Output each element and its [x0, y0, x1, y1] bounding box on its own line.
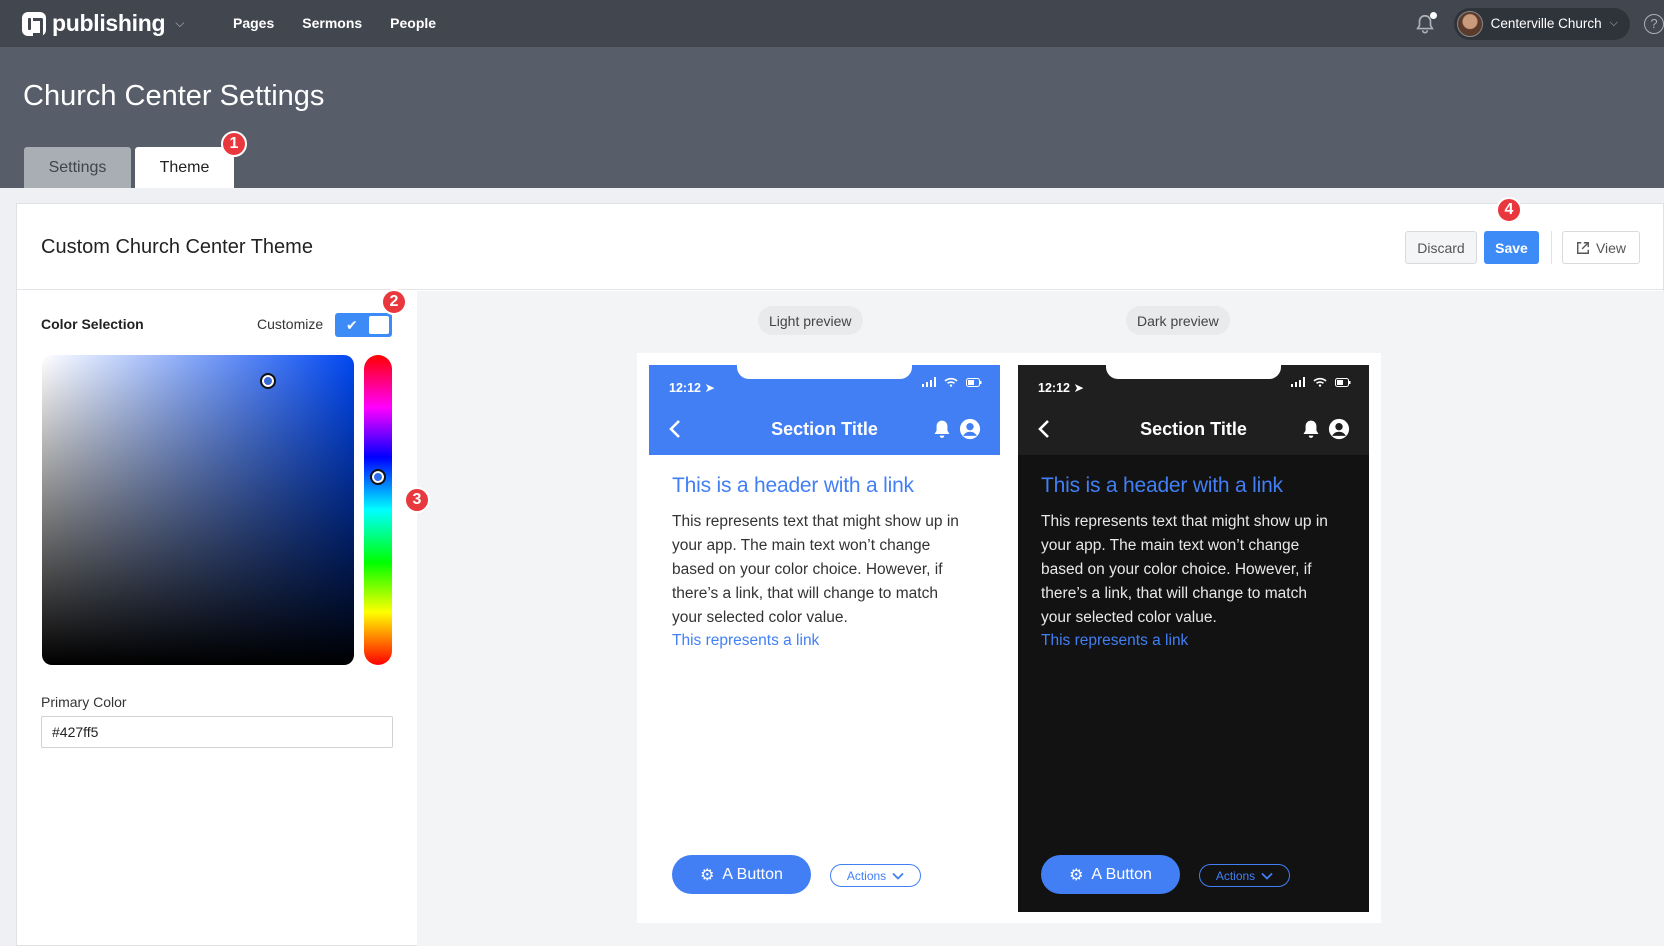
- nav-link-sermons[interactable]: Sermons: [302, 15, 362, 31]
- nav-right: Centerville Church ⌵ ?: [1414, 0, 1664, 47]
- dark-preview-card: 12:12 ➤ Section Title This is a header w…: [1006, 353, 1381, 923]
- step-marker-2: 2: [381, 289, 407, 315]
- gear-icon: ⚙: [700, 866, 715, 884]
- color-selection-heading: Color Selection: [41, 316, 144, 332]
- chevron-down-icon: [1261, 872, 1273, 880]
- divider: [1551, 231, 1552, 264]
- preview-link: This represents a link: [1041, 632, 1189, 649]
- bell-icon: [934, 420, 950, 438]
- status-icons: [922, 377, 982, 387]
- primary-color-label: Primary Color: [41, 694, 127, 710]
- actions-label: Actions: [846, 868, 887, 883]
- hue-handle[interactable]: [370, 469, 386, 485]
- signal-icon: [922, 377, 936, 387]
- light-preview-card: 12:12 ➤ Section Title This is a header w…: [637, 353, 1012, 923]
- panel-title: Custom Church Center Theme: [41, 236, 313, 258]
- notification-dot: [1429, 11, 1437, 19]
- dark-preview-label: Dark preview: [1126, 306, 1230, 335]
- external-link-icon: [1577, 241, 1589, 254]
- preview-a-button: ⚙ A Button: [672, 855, 811, 894]
- status-time: 12:12 ➤: [669, 381, 715, 395]
- app-switcher[interactable]: publishing ⌵: [22, 10, 184, 37]
- step-marker-3: 3: [404, 487, 430, 513]
- view-button[interactable]: View: [1562, 231, 1640, 264]
- battery-icon: [966, 377, 982, 387]
- color-selection-panel: Color Selection Customize ✔ Primary Colo…: [17, 291, 417, 946]
- customize-label: Customize: [257, 316, 324, 332]
- nav-links: Pages Sermons People: [233, 15, 436, 31]
- dark-phone-preview: 12:12 ➤ Section Title This is a header w…: [1018, 365, 1369, 912]
- chevron-down-icon: ⌵: [175, 16, 185, 30]
- phone-top-bar: 12:12 ➤ Section Title: [1018, 365, 1369, 455]
- theme-panel: Custom Church Center Theme Discard Save …: [16, 203, 1664, 946]
- user-avatar-icon: [959, 418, 981, 440]
- primary-color-input[interactable]: #427ff5: [41, 716, 393, 748]
- preview-body-text: This represents text that might show up …: [672, 513, 959, 626]
- light-phone-preview: 12:12 ➤ Section Title This is a header w…: [649, 365, 1000, 912]
- phone-top-bar: 12:12 ➤ Section Title: [649, 365, 1000, 455]
- bar-icons: [932, 418, 981, 440]
- status-icons: [1291, 377, 1351, 387]
- saturation-handle[interactable]: [260, 373, 276, 389]
- chevron-down-icon: ⌵: [1609, 17, 1618, 29]
- chevron-down-icon: [892, 872, 904, 880]
- account-menu[interactable]: Centerville Church ⌵: [1453, 7, 1630, 40]
- status-time: 12:12 ➤: [1038, 381, 1084, 395]
- avatar: [1456, 10, 1483, 37]
- saturation-value-picker[interactable]: [42, 355, 354, 665]
- battery-icon: [1335, 377, 1351, 387]
- toggle-knob: [369, 316, 389, 334]
- bell-icon: [1303, 420, 1319, 438]
- preview-header-link: This is a header with a link: [672, 474, 914, 497]
- preview-body-text: This represents text that might show up …: [1041, 513, 1328, 626]
- phone-notch: [1106, 365, 1281, 379]
- preview-button-label: A Button: [1091, 865, 1152, 883]
- preview-link: This represents a link: [672, 632, 820, 649]
- wifi-icon: [944, 377, 958, 387]
- save-button[interactable]: Save: [1484, 231, 1539, 264]
- bar-icons: [1301, 418, 1350, 440]
- preview-actions-button: Actions: [1199, 864, 1290, 887]
- panel-header: Custom Church Center Theme Discard Save …: [17, 204, 1663, 290]
- help-icon[interactable]: ?: [1644, 13, 1664, 34]
- discard-button[interactable]: Discard: [1405, 231, 1477, 264]
- page-title: Church Center Settings: [23, 80, 325, 112]
- page-header: Church Center Settings Settings Theme: [0, 47, 1664, 188]
- preview-actions-button: Actions: [830, 864, 921, 887]
- notifications-bell-icon[interactable]: [1414, 11, 1437, 35]
- preview-a-button: ⚙ A Button: [1041, 855, 1180, 894]
- app-name: publishing: [52, 10, 166, 36]
- customize-toggle[interactable]: ✔: [335, 313, 392, 337]
- step-marker-4: 4: [1496, 197, 1522, 223]
- check-icon: ✔: [346, 317, 358, 333]
- signal-icon: [1291, 377, 1305, 387]
- preview-button-label: A Button: [722, 865, 783, 883]
- tab-theme[interactable]: Theme: [135, 147, 234, 188]
- nav-link-people[interactable]: People: [390, 15, 436, 31]
- actions-label: Actions: [1215, 868, 1256, 883]
- nav-link-pages[interactable]: Pages: [233, 15, 274, 31]
- preview-area: Light preview Dark preview 12:12 ➤ Secti…: [417, 291, 1664, 946]
- light-preview-label: Light preview: [758, 306, 863, 335]
- account-name: Centerville Church: [1490, 16, 1602, 31]
- preview-header-link: This is a header with a link: [1041, 474, 1283, 497]
- hue-slider[interactable]: [364, 355, 392, 665]
- view-button-label: View: [1595, 239, 1627, 256]
- top-nav: publishing ⌵ Pages Sermons People Center…: [0, 0, 1664, 47]
- publishing-logo-icon: [22, 11, 46, 36]
- step-marker-1: 1: [221, 131, 247, 157]
- tab-settings[interactable]: Settings: [24, 147, 131, 188]
- user-avatar-icon: [1328, 418, 1350, 440]
- wifi-icon: [1313, 377, 1327, 387]
- phone-notch: [737, 365, 912, 379]
- gear-icon: ⚙: [1069, 866, 1084, 884]
